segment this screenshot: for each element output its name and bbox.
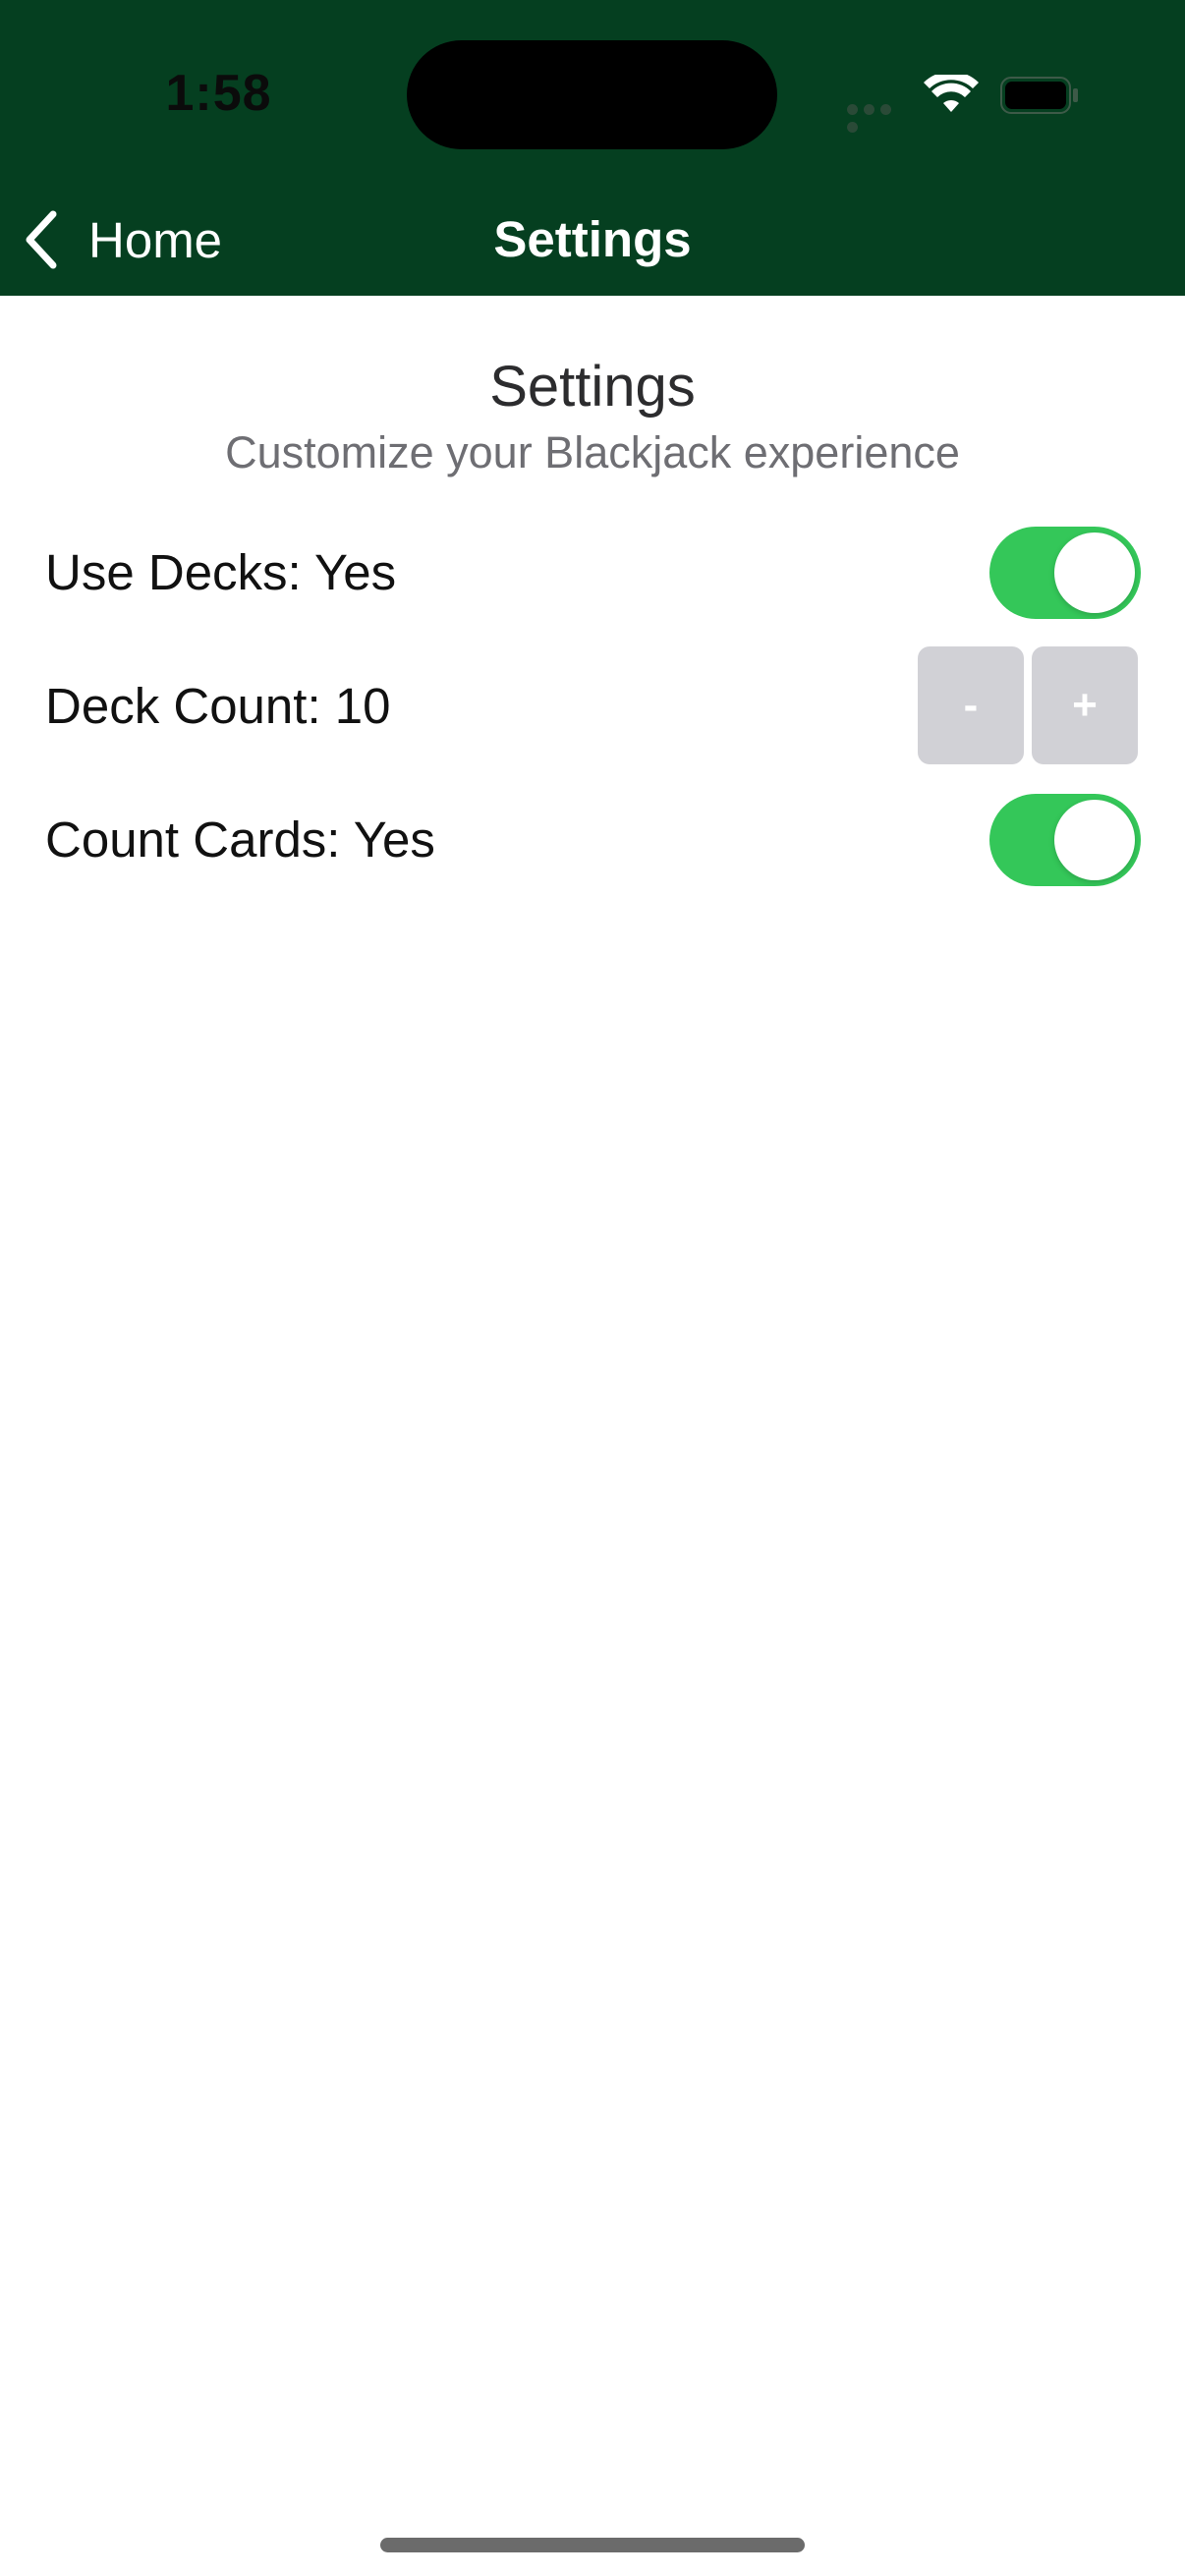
deck-count-stepper: - + — [918, 646, 1138, 764]
page-subtitle: Customize your Blackjack experience — [225, 427, 960, 477]
use-decks-toggle[interactable] — [989, 527, 1141, 619]
deck-count-label: Deck Count: 10 — [45, 678, 391, 734]
increment-button[interactable]: + — [1032, 646, 1138, 764]
count-cards-toggle[interactable] — [989, 794, 1141, 886]
back-button[interactable]: Home — [22, 200, 222, 279]
status-time: 1:58 — [165, 65, 272, 122]
toggle-knob — [1054, 532, 1135, 613]
navigation-bar: Home Settings — [0, 187, 1185, 296]
chevron-left-icon — [26, 210, 57, 269]
page-title: Settings — [489, 355, 696, 419]
count-cards-label: Count Cards: Yes — [45, 812, 435, 868]
status-bar: 1:58 — [0, 0, 1185, 187]
header: 1:58 Home Settings — [0, 0, 1185, 296]
use-decks-label: Use Decks: Yes — [45, 544, 397, 600]
setting-row-count-cards: Count Cards: Yes — [0, 786, 1185, 894]
wifi-icon — [924, 75, 979, 112]
setting-row-deck-count: Deck Count: 10 - + — [0, 646, 1185, 764]
decrement-button[interactable]: - — [918, 646, 1024, 764]
battery-icon — [1000, 77, 1078, 114]
home-indicator[interactable] — [380, 2538, 805, 2552]
nav-title: Settings — [493, 211, 692, 267]
toggle-knob — [1054, 800, 1135, 880]
setting-row-use-decks: Use Decks: Yes — [0, 519, 1185, 627]
back-label: Home — [88, 211, 223, 268]
dynamic-island — [407, 40, 777, 149]
cellular-signal-icon — [847, 102, 910, 133]
